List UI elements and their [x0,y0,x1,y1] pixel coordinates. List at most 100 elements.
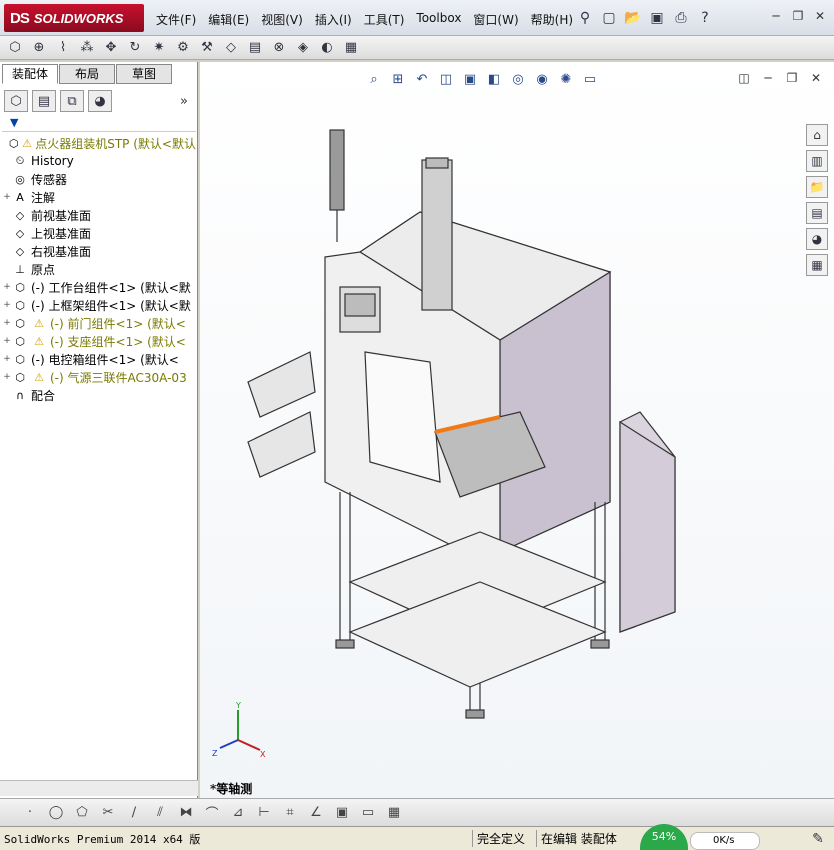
ds-logo-mark: DS [10,9,30,27]
tree-item[interactable]: ◎ 传感器 [2,170,196,188]
solidworks-logo[interactable]: DS SOLIDWORKS [4,4,144,32]
open-icon[interactable]: 📂 [623,8,643,28]
help-icon[interactable]: ? [695,8,715,28]
appearances-icon[interactable]: ◕ [806,228,828,250]
expand-toggle-icon[interactable]: + [2,354,12,364]
graphics-area[interactable]: ⌕ ⊞ ↶ ◫ ▣ ◧ ◎ ◉ ✺ ▭ ◫ ─ ❐ ✕ ⌂ ▥ 📁 ▤ ◕ ▦ … [200,62,834,798]
wireframe-view-icon[interactable]: ▭ [358,803,378,823]
expand-toggle-icon[interactable]: + [2,318,12,328]
restore-button[interactable]: ❐ [790,8,806,24]
menu-edit[interactable]: 编辑(E) [202,9,255,30]
dimension-icon[interactable]: ⊢ [254,803,274,823]
new-document-icon[interactable]: ▢ [599,8,619,28]
toolbox-icon[interactable]: ⚙ [174,39,192,57]
tree-item[interactable]: + ⬡ ⚠ (-) 气源三联件AC30A-03 [2,368,196,386]
status-editing: 在编辑 装配体 [536,830,636,847]
tree-item[interactable]: ∩ 配合 [2,386,196,404]
pattern-icon[interactable]: ⁂ [78,39,96,57]
interference-icon[interactable]: ⊗ [270,39,288,57]
line-icon[interactable]: ∕ [124,803,144,823]
explode-icon[interactable]: ✷ [150,39,168,57]
point-icon[interactable]: · [20,803,40,823]
view-palette-icon[interactable]: ▤ [806,202,828,224]
tree-item[interactable]: ⬡ ⚠ 点火器组装机STP (默认<默认 [2,134,196,152]
tree-item[interactable]: + ⬡ (-) 上框架组件<1> (默认<默 [2,296,196,314]
shaded-view-icon[interactable]: ▣ [332,803,352,823]
displaymanager-icon[interactable]: ◕ [88,90,112,112]
menu-toolbox[interactable]: Toolbox [410,9,467,30]
expand-right-icon[interactable]: » [172,90,196,112]
hidden-lines-icon[interactable]: ▦ [384,803,404,823]
home-icon[interactable]: ⌂ [806,124,828,146]
mate-icon[interactable]: ⌇ [54,39,72,57]
move-component-icon[interactable]: ✥ [102,39,120,57]
mirror-icon[interactable]: ⧓ [176,803,196,823]
expand-toggle-icon[interactable]: + [2,372,12,382]
angle-icon[interactable]: ∠ [306,803,326,823]
trim-icon[interactable]: ✂ [98,803,118,823]
menu-window[interactable]: 窗口(W) [467,9,524,30]
propertymanager-icon[interactable]: ▤ [32,90,56,112]
menu-view[interactable]: 视图(V) [255,9,309,30]
smart-fastener-icon[interactable]: ⚒ [198,39,216,57]
minimize-button[interactable]: ─ [768,8,784,24]
tab-layout[interactable]: 布局 [59,64,115,84]
tree-item[interactable]: ◇ 前视基准面 [2,206,196,224]
expand-toggle-icon[interactable]: + [2,300,12,310]
logo-text: SOLIDWORKS [33,10,124,26]
configurationmanager-icon[interactable]: ⧉ [60,90,84,112]
polygon-icon[interactable]: ⬠ [72,803,92,823]
simulation-icon[interactable]: ◈ [294,39,312,57]
tree-item[interactable]: + ⬡ (-) 工作台组件<1> (默认<默 [2,278,196,296]
warning-icon: ⚠ [22,136,32,150]
close-button[interactable]: ✕ [812,8,828,24]
reference-geometry-icon[interactable]: ◇ [222,39,240,57]
tree-item[interactable]: + A 注解 [2,188,196,206]
filter-bar[interactable]: ▼ [2,116,196,132]
rotate-icon[interactable]: ↻ [126,39,144,57]
file-explorer-icon[interactable]: 📁 [806,176,828,198]
grid-icon[interactable]: ⌗ [280,803,300,823]
warning-icon: ⚠ [34,316,44,330]
expand-toggle-icon[interactable]: + [2,336,12,346]
menu-insert[interactable]: 插入(I) [309,9,358,30]
chamfer-icon[interactable]: ⊿ [228,803,248,823]
offset-icon[interactable]: ⫽ [150,803,170,823]
instant3d-icon[interactable]: ▦ [342,39,360,57]
tree-item[interactable]: + ⬡ ⚠ (-) 支座组件<1> (默认< [2,332,196,350]
display-icon[interactable]: ◐ [318,39,336,57]
pin-icon[interactable]: ⚲ [575,8,595,28]
tab-sketch[interactable]: 草图 [116,64,172,84]
save-icon[interactable]: ▣ [647,8,667,28]
custom-properties-icon[interactable]: ▦ [806,254,828,276]
fillet-icon[interactable]: ⌒ [202,803,222,823]
menu-help[interactable]: 帮助(H) [525,9,579,30]
assembly-icon[interactable]: ⬡ [6,39,24,57]
tree-item[interactable]: ◇ 上视基准面 [2,224,196,242]
assembly-icon: ⬡ [15,280,25,294]
expand-toggle-icon[interactable]: + [2,282,12,292]
tree-item[interactable]: ⏲ History [2,152,196,170]
tree-item[interactable]: + ⬡ ⚠ (-) 前门组件<1> (默认< [2,314,196,332]
insert-component-icon[interactable]: ⊕ [30,39,48,57]
horizontal-scrollbar[interactable] [0,780,198,796]
circle-icon[interactable]: ◯ [46,803,66,823]
tree-item[interactable]: ⊥ 原点 [2,260,196,278]
menu-tools[interactable]: 工具(T) [358,9,411,30]
design-library-icon[interactable]: ▥ [806,150,828,172]
tree-item[interactable]: + ⬡ (-) 电控箱组件<1> (默认< [2,350,196,368]
history-icon: ⏲ [15,154,25,167]
expand-toggle-icon[interactable]: + [2,192,12,202]
bom-icon[interactable]: ▤ [246,39,264,57]
tab-assembly[interactable]: 装配体 [2,64,58,84]
tree-item[interactable]: ◇ 右视基准面 [2,242,196,260]
print-icon[interactable]: ⎙ [671,8,691,28]
filter-icon[interactable]: ▼ [10,116,18,129]
featuremanager-icon[interactable]: ⬡ [4,90,28,112]
menu-file[interactable]: 文件(F) [150,9,202,30]
help-status-icon[interactable]: ✎ [808,829,828,849]
status-definition: 完全定义 [472,830,536,847]
sensor-icon: ◎ [15,172,25,186]
machine-model[interactable] [200,62,834,798]
axis-z-label: Z [212,749,218,758]
